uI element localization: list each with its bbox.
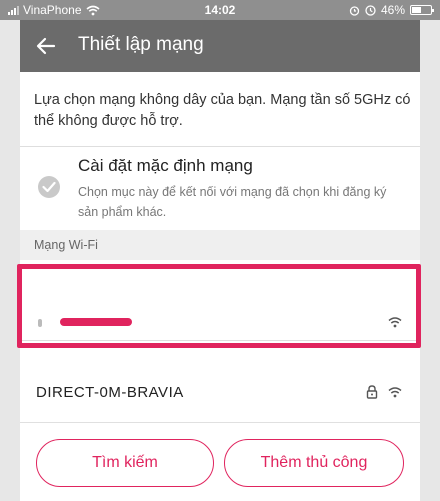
intro-text: Lựa chọn mạng không dây của bạn. Mạng tầ…	[34, 92, 411, 129]
wifi-section-label: Mạng Wi-Fi	[34, 238, 98, 252]
bottom-action-bar: Tìm kiếm Thêm thủ công	[20, 422, 420, 501]
alarm-icon	[349, 5, 360, 16]
status-right: 46%	[349, 3, 434, 17]
default-network-description: Chọn mục này để kết nối với mạng đã chọn…	[78, 185, 387, 219]
app-screen: Thiết lập mạng Lựa chọn mạng không dây c…	[20, 20, 420, 501]
page-title: Thiết lập mạng	[78, 34, 204, 55]
lock-icon	[366, 385, 378, 399]
default-network-title: Cài đặt mặc định mạng	[78, 156, 253, 175]
search-button[interactable]: Tìm kiếm	[36, 439, 214, 487]
add-manually-button[interactable]: Thêm thủ công	[224, 439, 404, 487]
wifi-network-name: DIRECT-0M-BRAVIA	[36, 384, 184, 401]
highlight-box	[17, 264, 421, 348]
battery-percent: 46%	[380, 3, 405, 17]
battery-icon	[410, 5, 434, 15]
check-circle-icon[interactable]	[38, 176, 60, 198]
screen-frame: Thiết lập mạng Lựa chọn mạng không dây c…	[0, 20, 440, 501]
back-arrow-icon[interactable]	[34, 34, 58, 58]
wifi-section-header: Mạng Wi-Fi	[20, 230, 420, 260]
divider	[20, 146, 420, 147]
clock-icon	[365, 4, 376, 16]
wifi-signal-icon	[388, 387, 402, 398]
app-header: Thiết lập mạng	[20, 20, 420, 72]
status-bar: VinaPhone 14:02 46%	[0, 0, 440, 20]
wifi-network-row[interactable]: DIRECT-0M-BRAVIA	[20, 352, 420, 402]
default-network-option[interactable]: Cài đặt mặc định mạng Chọn mục này để kế…	[20, 148, 420, 228]
